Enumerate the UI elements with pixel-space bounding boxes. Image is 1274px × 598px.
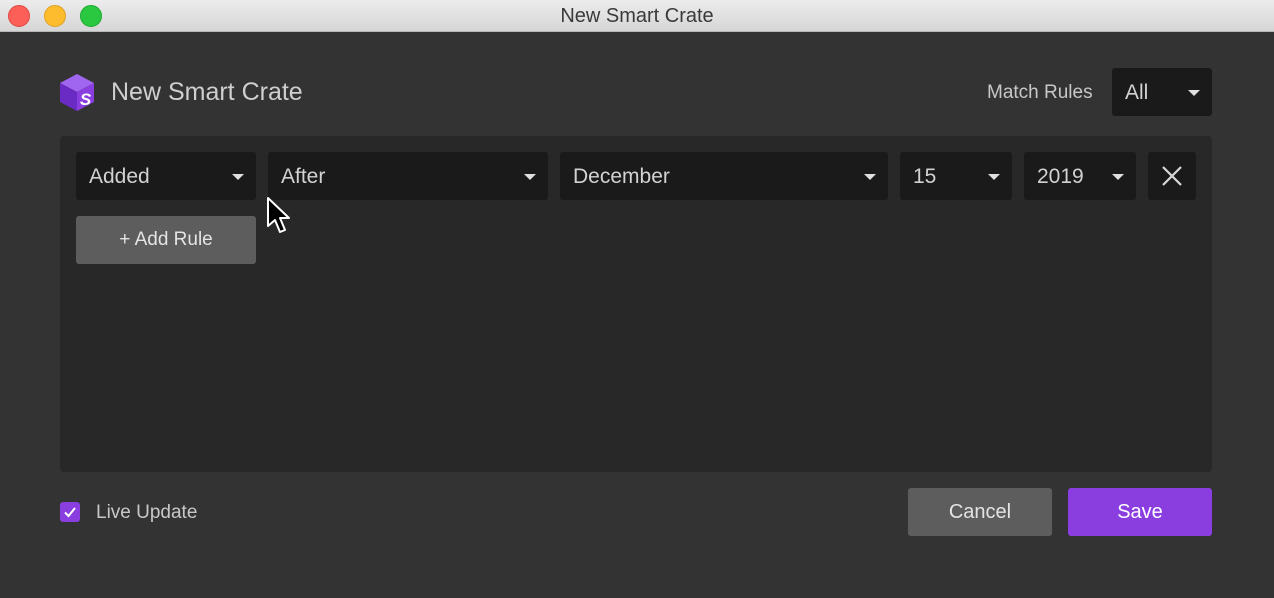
window-title: New Smart Crate: [560, 5, 714, 27]
chevron-down-icon: [988, 174, 1000, 180]
rule-day-value: 15: [913, 165, 937, 188]
rule-year-dropdown[interactable]: 2019: [1024, 152, 1136, 200]
rule-field-value: Added: [89, 165, 150, 188]
chevron-down-icon: [1112, 174, 1124, 180]
smart-crate-window: New Smart Crate S New Smart Crate Match …: [0, 0, 1274, 598]
rule-day-dropdown[interactable]: 15: [900, 152, 1012, 200]
smart-crate-cube-icon: S: [58, 72, 96, 112]
svg-text:S: S: [80, 90, 92, 109]
save-button[interactable]: Save: [1068, 488, 1212, 536]
page-title: New Smart Crate: [111, 78, 303, 106]
rule-month-dropdown[interactable]: December: [560, 152, 888, 200]
rules-panel: Added After December 15 2019 + Add Rule: [60, 136, 1212, 472]
add-rule-button[interactable]: + Add Rule: [76, 216, 256, 264]
chevron-down-icon: [1188, 90, 1200, 96]
rule-month-value: December: [573, 165, 670, 188]
live-update-label: Live Update: [96, 502, 198, 523]
chevron-down-icon: [524, 174, 536, 180]
rule-year-value: 2019: [1037, 165, 1084, 188]
rule-operator-value: After: [281, 165, 326, 188]
cancel-button[interactable]: Cancel: [908, 488, 1052, 536]
match-rules-label: Match Rules: [987, 82, 1093, 103]
title-bar: New Smart Crate: [0, 0, 1274, 32]
live-update-checkbox[interactable]: [60, 502, 80, 522]
match-rules-value: All: [1125, 81, 1149, 104]
chevron-down-icon: [232, 174, 244, 180]
close-x-icon: [1162, 166, 1182, 186]
chevron-down-icon: [864, 174, 876, 180]
rule-field-dropdown[interactable]: Added: [76, 152, 256, 200]
rule-operator-dropdown[interactable]: After: [268, 152, 548, 200]
match-rules-dropdown[interactable]: All: [1112, 68, 1212, 116]
checkmark-icon: [64, 507, 76, 518]
remove-rule-button[interactable]: [1148, 152, 1196, 200]
